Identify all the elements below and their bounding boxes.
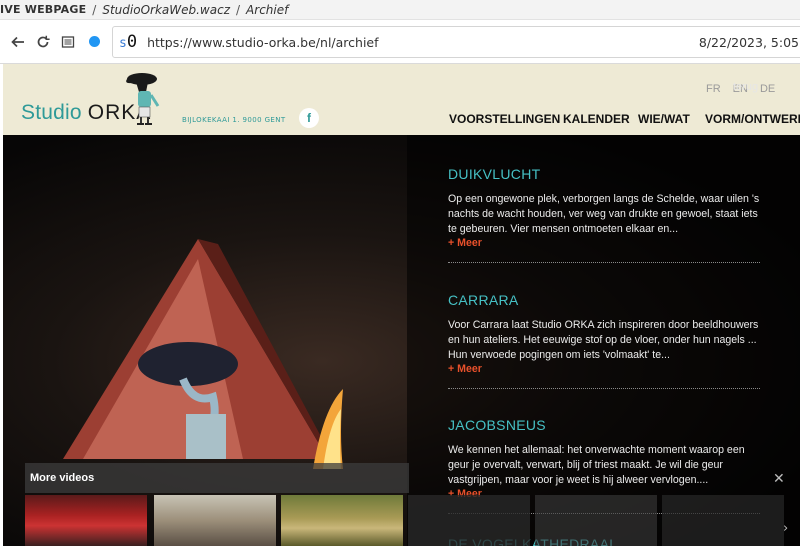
archive-entry: CARRARA Voor Carrara laat Studio ORKA zi… [448,292,760,389]
video-thumbnail[interactable] [281,495,403,546]
entry-description: Op een ongewone plek, verborgen langs de… [448,193,760,235]
video-thumbnail[interactable] [662,495,784,546]
breadcrumb-separator: / [236,2,241,17]
nav-wie-wat[interactable]: WIE/WAT [638,112,705,126]
lang-fr-link[interactable]: FR [706,83,721,95]
more-videos-label: More videos [30,472,95,484]
divider [448,262,760,263]
entry-title[interactable]: DUIKVLUCHT [448,166,760,182]
page-info-icon[interactable] [56,30,80,54]
status-dot-icon [82,30,106,54]
capture-timestamp: 8/22/2023, 5:05 [698,35,799,50]
facebook-icon[interactable]: f [299,108,319,128]
close-icon[interactable]: ✕ [773,471,785,487]
video-thumbnails [25,495,800,546]
entry-description: Voor Carrara laat Studio ORKA zich inspi… [448,319,759,361]
site-header: Studio ORKA BIJLOKEKAAI 1. 9000 GENT f F… [3,64,800,135]
nav-vorm-ontwerp[interactable]: VORM/ONTWERP [705,112,800,126]
entry-title[interactable]: JACOBSNEUS [448,417,760,433]
replay-logo-icon: s0 [119,32,138,52]
archive-label: IVE WEBPAGE [0,3,87,16]
url-text[interactable]: https://www.studio-orka.be/nl/archief [147,35,378,50]
archive-breadcrumb: IVE WEBPAGE / StudioOrkaWeb.wacz / Archi… [0,0,800,20]
nav-kalender[interactable]: KALENDER [563,112,638,126]
video-still-image [63,239,343,469]
breadcrumb-separator: / [92,2,97,17]
entry-title[interactable]: CARRARA [448,292,760,308]
site-address: BIJLOKEKAAI 1. 9000 GENT [182,116,286,124]
archived-page: Studio ORKA BIJLOKEKAAI 1. 9000 GENT f F… [3,64,800,546]
entry-description: We kennen het allemaal: het onverwachte … [448,444,745,486]
video-thumbnail[interactable] [535,495,657,546]
nav-voorstellingen[interactable]: VOORSTELLINGEN [449,112,563,126]
archive-section: Archief [246,2,289,17]
reload-icon[interactable] [31,30,55,54]
more-videos-bar: More videos [25,463,409,493]
lang-de-link[interactable]: DE [760,83,775,95]
more-link[interactable]: + Meer [448,237,760,249]
address-bar[interactable]: s0 https://www.studio-orka.be/nl/archief… [112,26,800,58]
back-arrow-icon[interactable] [6,30,30,54]
divider [448,388,760,389]
logo-studio: Studio [21,101,82,124]
video-thumbnail[interactable] [408,495,530,546]
archive-file-link[interactable]: StudioOrkaWeb.wacz [102,3,230,17]
browser-toolbar: s0 https://www.studio-orka.be/nl/archief… [0,20,800,64]
orka-mascot-icon [126,73,160,125]
main-nav: VOORSTELLINGEN KALENDER WIE/WAT VORM/ONT… [449,112,800,126]
more-link[interactable]: + Meer [448,363,760,375]
video-thumbnail[interactable] [154,495,276,546]
chevron-right-icon[interactable]: › [783,521,788,536]
back-link[interactable]: terug [733,81,758,93]
archive-entry: DUIKVLUCHT Op een ongewone plek, verborg… [448,166,760,263]
video-thumbnail[interactable] [25,495,147,546]
